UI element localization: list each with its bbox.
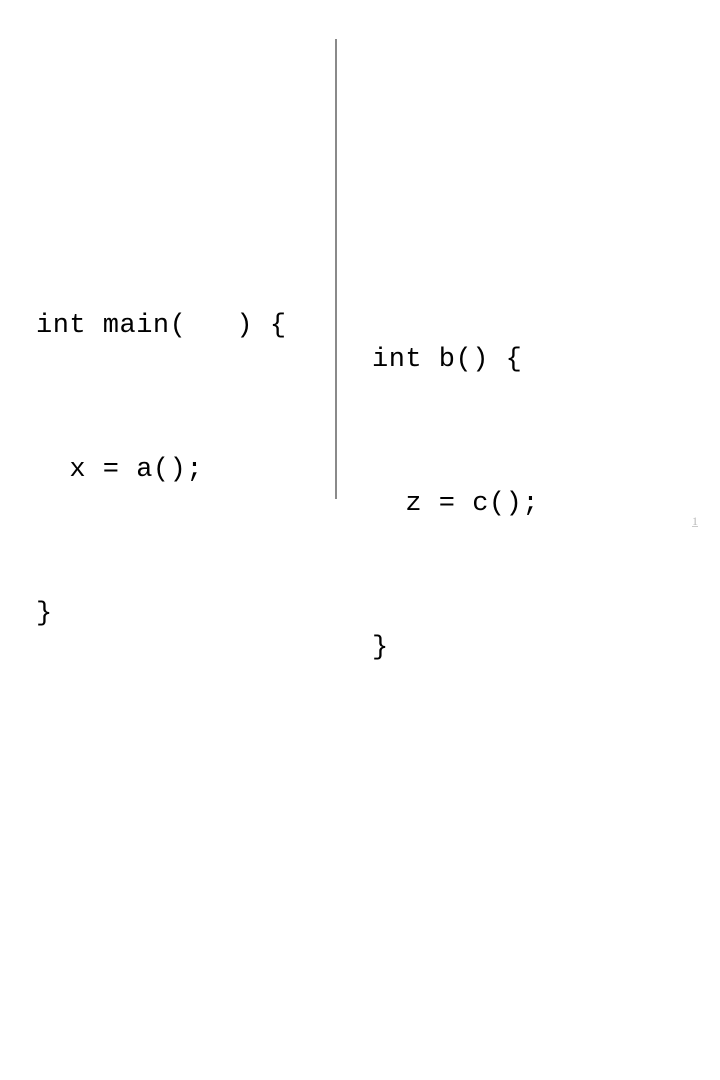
code-block-main: int main( ) { x = a(); } [36, 206, 326, 734]
code-block-gap [36, 878, 326, 927]
page-number-link[interactable]: 1 [692, 514, 698, 528]
code-block-gap [372, 912, 692, 982]
left-code-column: int main( ) { x = a(); } int a() { y = b… [36, 62, 326, 1080]
slide-canvas: int main( ) { x = a(); } int a() { y = b… [0, 0, 720, 663]
code-line: } [36, 599, 53, 629]
right-code-column: int b() { z = c(); } int c() { } [372, 96, 692, 1080]
code-line: z = c(); [372, 489, 540, 519]
code-block-b: int b() { z = c(); } [372, 240, 692, 768]
code-line: } [372, 633, 389, 663]
code-line: int b() { [372, 345, 523, 375]
code-line: int main( ) { [36, 311, 287, 341]
code-block-a: int a() { y = b(); } [36, 1071, 326, 1080]
column-divider-line [335, 39, 337, 499]
code-line: x = a(); [36, 455, 204, 485]
